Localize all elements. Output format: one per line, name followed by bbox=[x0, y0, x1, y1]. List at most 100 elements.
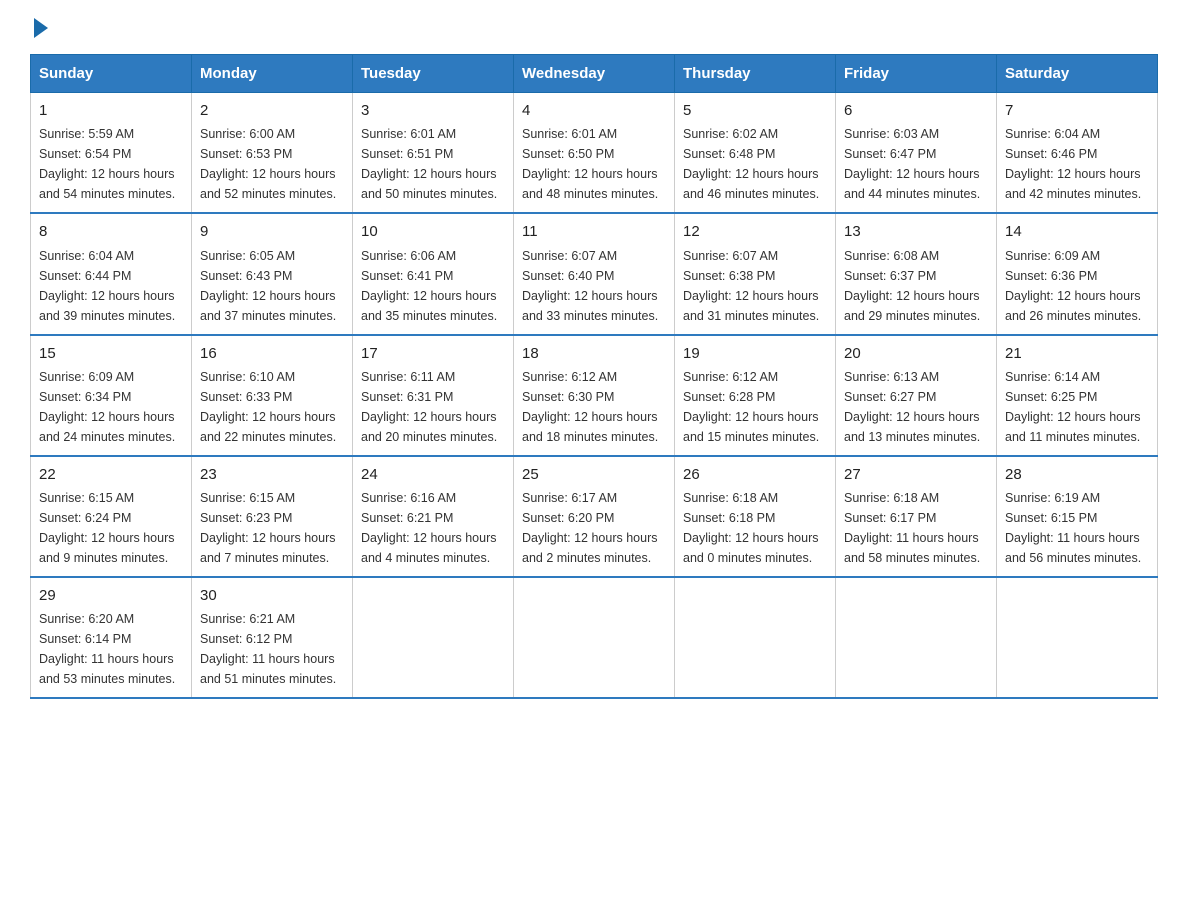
calendar-cell: 8 Sunrise: 6:04 AMSunset: 6:44 PMDayligh… bbox=[31, 213, 192, 334]
day-number: 19 bbox=[683, 342, 827, 365]
day-number: 25 bbox=[522, 463, 666, 486]
calendar-cell: 17 Sunrise: 6:11 AMSunset: 6:31 PMDaylig… bbox=[353, 335, 514, 456]
day-number: 20 bbox=[844, 342, 988, 365]
day-info: Sunrise: 6:12 AMSunset: 6:30 PMDaylight:… bbox=[522, 367, 666, 447]
calendar-cell: 3 Sunrise: 6:01 AMSunset: 6:51 PMDayligh… bbox=[353, 93, 514, 214]
day-info: Sunrise: 6:14 AMSunset: 6:25 PMDaylight:… bbox=[1005, 367, 1149, 447]
weekday-header-monday: Monday bbox=[192, 55, 353, 93]
calendar-cell: 28 Sunrise: 6:19 AMSunset: 6:15 PMDaylig… bbox=[997, 456, 1158, 577]
day-info: Sunrise: 6:09 AMSunset: 6:36 PMDaylight:… bbox=[1005, 246, 1149, 326]
day-number: 4 bbox=[522, 99, 666, 122]
day-number: 8 bbox=[39, 220, 183, 243]
day-number: 10 bbox=[361, 220, 505, 243]
day-number: 5 bbox=[683, 99, 827, 122]
calendar-cell: 29 Sunrise: 6:20 AMSunset: 6:14 PMDaylig… bbox=[31, 577, 192, 698]
calendar-cell bbox=[353, 577, 514, 698]
calendar-cell: 12 Sunrise: 6:07 AMSunset: 6:38 PMDaylig… bbox=[675, 213, 836, 334]
day-number: 16 bbox=[200, 342, 344, 365]
day-number: 15 bbox=[39, 342, 183, 365]
calendar-cell bbox=[514, 577, 675, 698]
calendar-cell: 7 Sunrise: 6:04 AMSunset: 6:46 PMDayligh… bbox=[997, 93, 1158, 214]
calendar-cell: 9 Sunrise: 6:05 AMSunset: 6:43 PMDayligh… bbox=[192, 213, 353, 334]
calendar-cell: 14 Sunrise: 6:09 AMSunset: 6:36 PMDaylig… bbox=[997, 213, 1158, 334]
weekday-header-saturday: Saturday bbox=[997, 55, 1158, 93]
calendar-cell: 20 Sunrise: 6:13 AMSunset: 6:27 PMDaylig… bbox=[836, 335, 997, 456]
calendar-cell: 23 Sunrise: 6:15 AMSunset: 6:23 PMDaylig… bbox=[192, 456, 353, 577]
weekday-header-row: SundayMondayTuesdayWednesdayThursdayFrid… bbox=[31, 55, 1158, 93]
week-row-3: 15 Sunrise: 6:09 AMSunset: 6:34 PMDaylig… bbox=[31, 335, 1158, 456]
calendar-cell: 30 Sunrise: 6:21 AMSunset: 6:12 PMDaylig… bbox=[192, 577, 353, 698]
calendar-cell: 25 Sunrise: 6:17 AMSunset: 6:20 PMDaylig… bbox=[514, 456, 675, 577]
week-row-1: 1 Sunrise: 5:59 AMSunset: 6:54 PMDayligh… bbox=[31, 93, 1158, 214]
day-info: Sunrise: 6:16 AMSunset: 6:21 PMDaylight:… bbox=[361, 488, 505, 568]
day-number: 11 bbox=[522, 220, 666, 243]
weekday-header-friday: Friday bbox=[836, 55, 997, 93]
day-number: 13 bbox=[844, 220, 988, 243]
day-number: 22 bbox=[39, 463, 183, 486]
calendar-cell: 15 Sunrise: 6:09 AMSunset: 6:34 PMDaylig… bbox=[31, 335, 192, 456]
day-number: 2 bbox=[200, 99, 344, 122]
day-number: 29 bbox=[39, 584, 183, 607]
weekday-header-sunday: Sunday bbox=[31, 55, 192, 93]
day-number: 9 bbox=[200, 220, 344, 243]
day-info: Sunrise: 6:15 AMSunset: 6:23 PMDaylight:… bbox=[200, 488, 344, 568]
calendar-cell: 10 Sunrise: 6:06 AMSunset: 6:41 PMDaylig… bbox=[353, 213, 514, 334]
week-row-2: 8 Sunrise: 6:04 AMSunset: 6:44 PMDayligh… bbox=[31, 213, 1158, 334]
calendar-cell: 19 Sunrise: 6:12 AMSunset: 6:28 PMDaylig… bbox=[675, 335, 836, 456]
calendar-cell: 1 Sunrise: 5:59 AMSunset: 6:54 PMDayligh… bbox=[31, 93, 192, 214]
calendar-cell: 6 Sunrise: 6:03 AMSunset: 6:47 PMDayligh… bbox=[836, 93, 997, 214]
day-info: Sunrise: 6:11 AMSunset: 6:31 PMDaylight:… bbox=[361, 367, 505, 447]
day-info: Sunrise: 6:02 AMSunset: 6:48 PMDaylight:… bbox=[683, 124, 827, 204]
day-number: 24 bbox=[361, 463, 505, 486]
day-number: 7 bbox=[1005, 99, 1149, 122]
calendar-cell: 22 Sunrise: 6:15 AMSunset: 6:24 PMDaylig… bbox=[31, 456, 192, 577]
day-number: 14 bbox=[1005, 220, 1149, 243]
day-info: Sunrise: 6:06 AMSunset: 6:41 PMDaylight:… bbox=[361, 246, 505, 326]
day-info: Sunrise: 6:00 AMSunset: 6:53 PMDaylight:… bbox=[200, 124, 344, 204]
weekday-header-thursday: Thursday bbox=[675, 55, 836, 93]
calendar-cell bbox=[836, 577, 997, 698]
day-info: Sunrise: 6:18 AMSunset: 6:17 PMDaylight:… bbox=[844, 488, 988, 568]
calendar-cell: 21 Sunrise: 6:14 AMSunset: 6:25 PMDaylig… bbox=[997, 335, 1158, 456]
day-info: Sunrise: 6:03 AMSunset: 6:47 PMDaylight:… bbox=[844, 124, 988, 204]
day-number: 1 bbox=[39, 99, 183, 122]
calendar-table: SundayMondayTuesdayWednesdayThursdayFrid… bbox=[30, 54, 1158, 699]
logo bbox=[30, 20, 48, 34]
calendar-cell: 2 Sunrise: 6:00 AMSunset: 6:53 PMDayligh… bbox=[192, 93, 353, 214]
logo-triangle-icon bbox=[34, 18, 48, 38]
calendar-cell: 16 Sunrise: 6:10 AMSunset: 6:33 PMDaylig… bbox=[192, 335, 353, 456]
week-row-4: 22 Sunrise: 6:15 AMSunset: 6:24 PMDaylig… bbox=[31, 456, 1158, 577]
day-number: 12 bbox=[683, 220, 827, 243]
day-info: Sunrise: 6:15 AMSunset: 6:24 PMDaylight:… bbox=[39, 488, 183, 568]
day-number: 30 bbox=[200, 584, 344, 607]
calendar-cell: 11 Sunrise: 6:07 AMSunset: 6:40 PMDaylig… bbox=[514, 213, 675, 334]
day-info: Sunrise: 6:07 AMSunset: 6:38 PMDaylight:… bbox=[683, 246, 827, 326]
day-info: Sunrise: 6:12 AMSunset: 6:28 PMDaylight:… bbox=[683, 367, 827, 447]
page-header bbox=[30, 20, 1158, 34]
day-number: 21 bbox=[1005, 342, 1149, 365]
day-info: Sunrise: 6:01 AMSunset: 6:50 PMDaylight:… bbox=[522, 124, 666, 204]
calendar-cell: 5 Sunrise: 6:02 AMSunset: 6:48 PMDayligh… bbox=[675, 93, 836, 214]
day-number: 3 bbox=[361, 99, 505, 122]
calendar-cell: 26 Sunrise: 6:18 AMSunset: 6:18 PMDaylig… bbox=[675, 456, 836, 577]
calendar-cell: 18 Sunrise: 6:12 AMSunset: 6:30 PMDaylig… bbox=[514, 335, 675, 456]
day-info: Sunrise: 6:04 AMSunset: 6:44 PMDaylight:… bbox=[39, 246, 183, 326]
day-number: 6 bbox=[844, 99, 988, 122]
calendar-cell: 4 Sunrise: 6:01 AMSunset: 6:50 PMDayligh… bbox=[514, 93, 675, 214]
day-info: Sunrise: 5:59 AMSunset: 6:54 PMDaylight:… bbox=[39, 124, 183, 204]
day-info: Sunrise: 6:09 AMSunset: 6:34 PMDaylight:… bbox=[39, 367, 183, 447]
day-info: Sunrise: 6:05 AMSunset: 6:43 PMDaylight:… bbox=[200, 246, 344, 326]
weekday-header-wednesday: Wednesday bbox=[514, 55, 675, 93]
day-info: Sunrise: 6:04 AMSunset: 6:46 PMDaylight:… bbox=[1005, 124, 1149, 204]
day-info: Sunrise: 6:17 AMSunset: 6:20 PMDaylight:… bbox=[522, 488, 666, 568]
day-number: 27 bbox=[844, 463, 988, 486]
day-number: 17 bbox=[361, 342, 505, 365]
day-info: Sunrise: 6:13 AMSunset: 6:27 PMDaylight:… bbox=[844, 367, 988, 447]
day-number: 23 bbox=[200, 463, 344, 486]
week-row-5: 29 Sunrise: 6:20 AMSunset: 6:14 PMDaylig… bbox=[31, 577, 1158, 698]
calendar-cell: 24 Sunrise: 6:16 AMSunset: 6:21 PMDaylig… bbox=[353, 456, 514, 577]
calendar-cell: 27 Sunrise: 6:18 AMSunset: 6:17 PMDaylig… bbox=[836, 456, 997, 577]
day-number: 26 bbox=[683, 463, 827, 486]
day-info: Sunrise: 6:08 AMSunset: 6:37 PMDaylight:… bbox=[844, 246, 988, 326]
day-info: Sunrise: 6:21 AMSunset: 6:12 PMDaylight:… bbox=[200, 609, 344, 689]
